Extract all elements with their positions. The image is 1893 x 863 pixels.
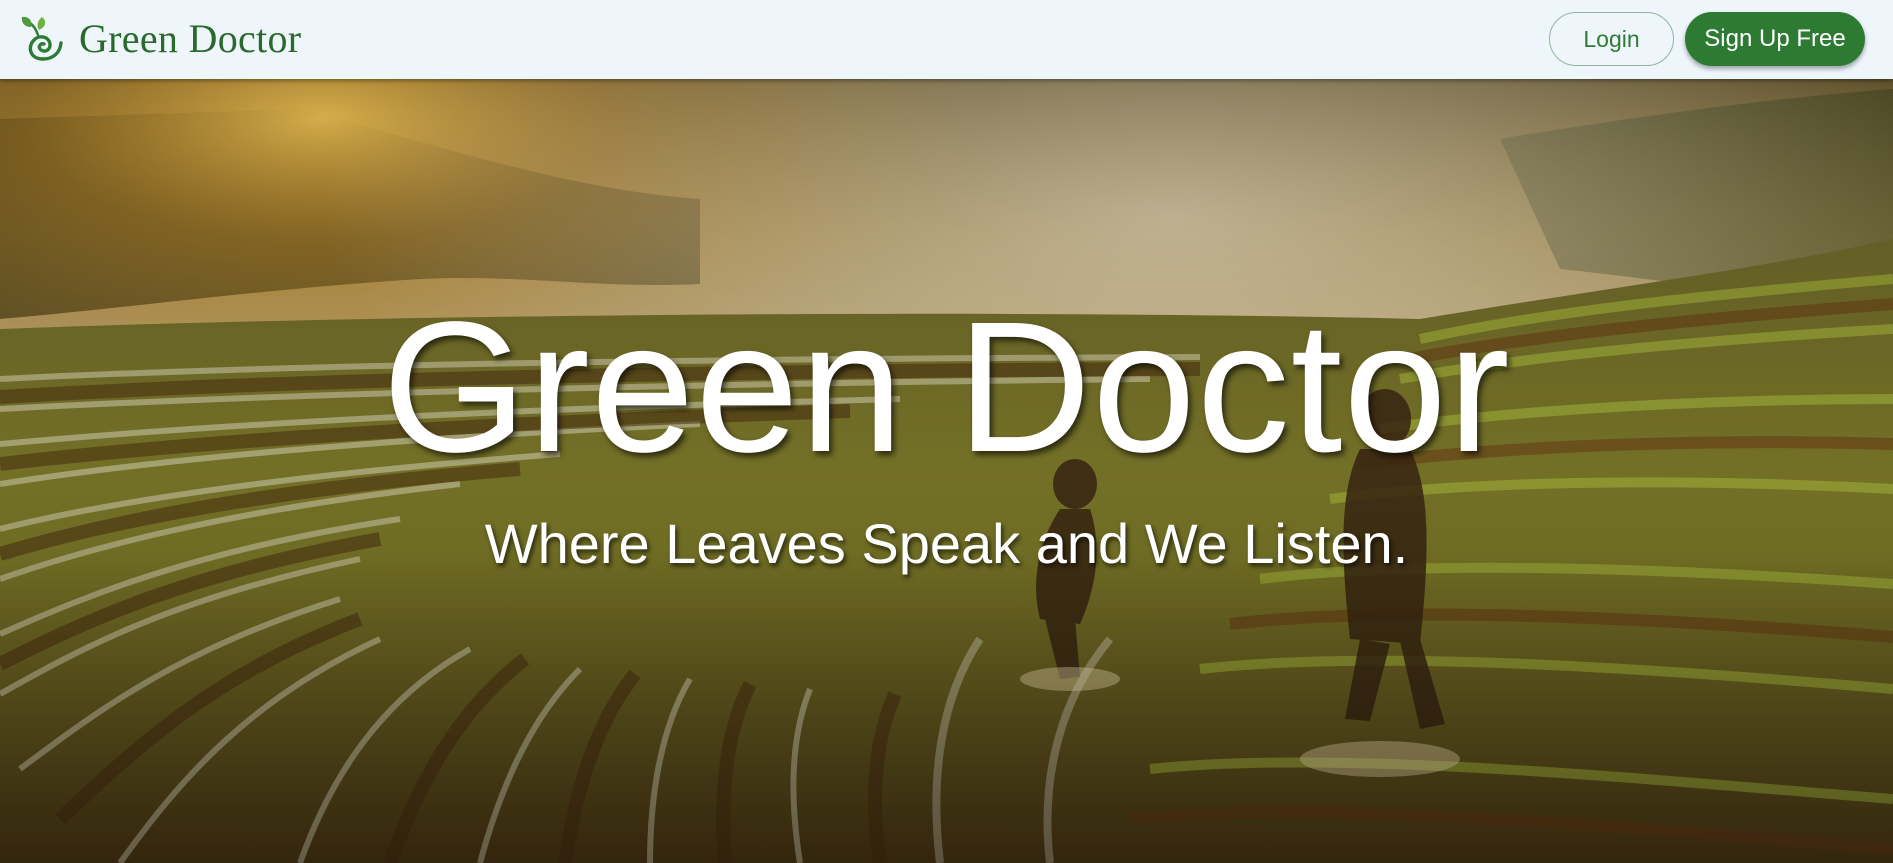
hero-section: Green Doctor Where Leaves Speak and We L… [0,79,1893,863]
top-navbar: Green Doctor Login Sign Up Free [0,0,1893,79]
brand[interactable]: Green Doctor [18,12,301,66]
hero-title: Green Doctor [382,284,1511,491]
brand-name: Green Doctor [79,16,302,61]
signup-button[interactable]: Sign Up Free [1685,12,1865,66]
nav-actions: Login Sign Up Free [1549,12,1865,66]
hero-subtitle: Where Leaves Speak and We Listen. [484,512,1409,575]
sprout-leaf-icon [21,16,63,61]
login-button[interactable]: Login [1549,12,1674,66]
